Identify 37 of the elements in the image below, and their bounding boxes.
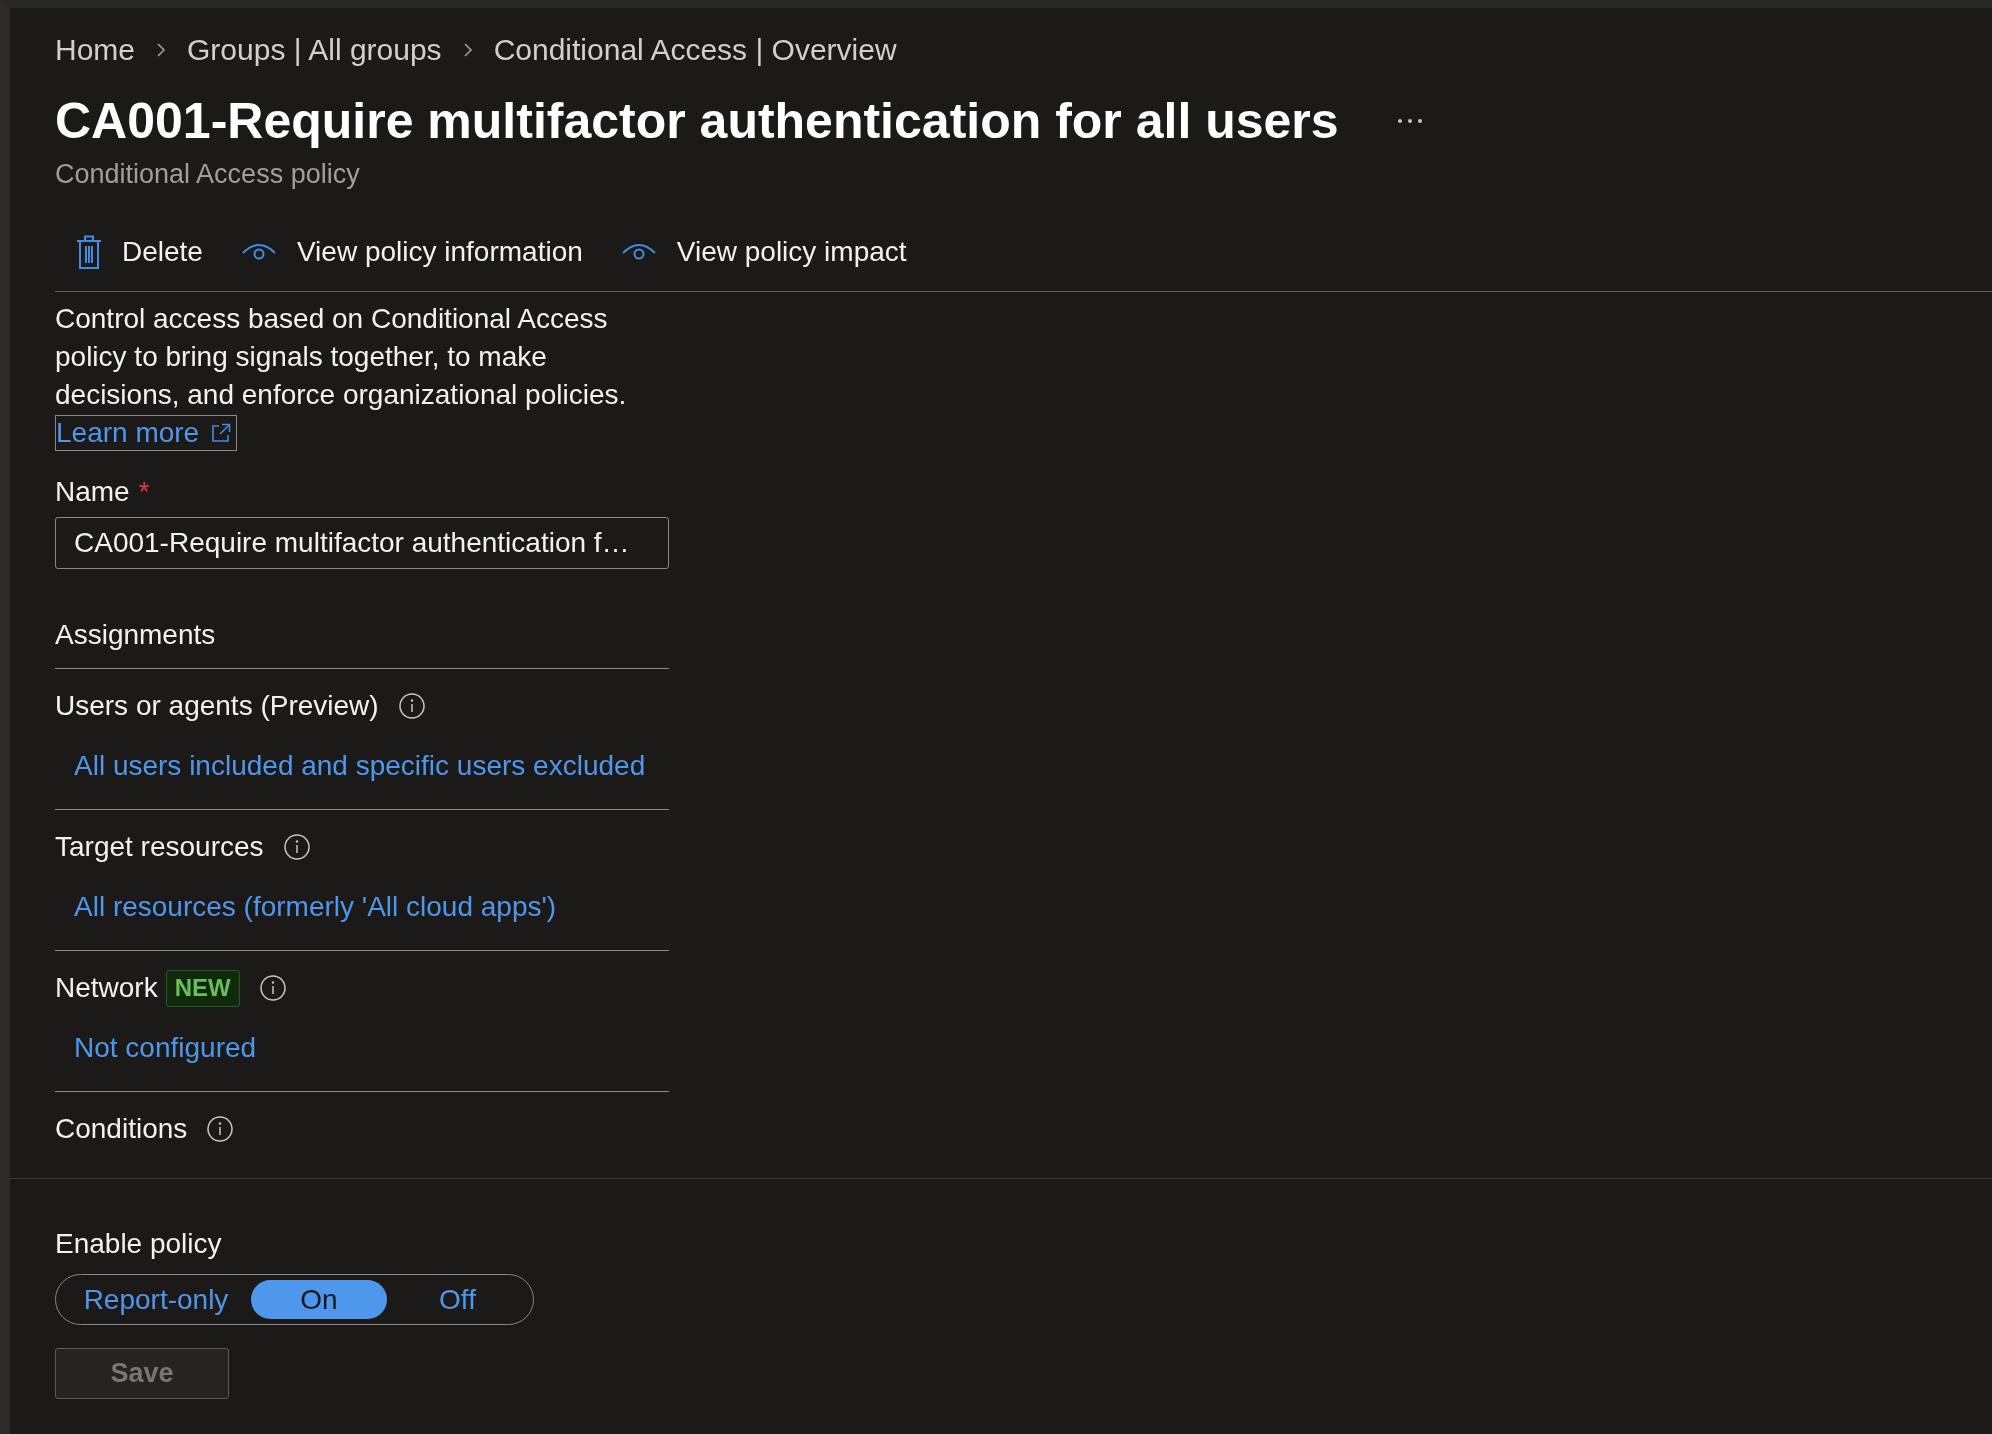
info-icon[interactable]	[283, 834, 310, 860]
section-heading: Assignments	[55, 619, 216, 650]
info-icon[interactable]	[259, 975, 286, 1001]
chevron-icon	[156, 42, 167, 58]
page-subtitle: Conditional Access policy	[55, 158, 360, 191]
breadcrumb-link[interactable]: Groups | All groups	[187, 32, 442, 68]
more-icon[interactable]	[1396, 118, 1423, 124]
section-label: Target resources	[55, 831, 264, 863]
toggle-option[interactable]: Off	[387, 1280, 528, 1319]
field-label: Enable policy	[55, 1228, 222, 1259]
required-mark: *	[138, 475, 150, 509]
assignment-link[interactable]: All resources (formerly 'All cloud apps')	[74, 890, 557, 924]
field-label: Name	[55, 475, 130, 509]
eye-icon	[620, 242, 657, 262]
info-icon[interactable]	[398, 693, 425, 719]
name-input[interactable]: CA001-Require multifactor authentication f…	[55, 517, 669, 569]
toolbar-button[interactable]: View policy impact	[601, 230, 926, 274]
toggle-option[interactable]: Report-only	[61, 1280, 251, 1319]
section-label: Network	[55, 972, 158, 1004]
new-badge: NEW	[165, 969, 240, 1007]
assignment-link[interactable]: Not configured	[74, 1031, 257, 1065]
section-label: Users or agents (Preview)	[55, 690, 379, 722]
eye-icon	[240, 242, 277, 262]
learn-more-link[interactable]: Learn more	[55, 415, 238, 451]
breadcrumb-link[interactable]: Home	[55, 32, 136, 68]
page-title: CA001-Require multifactor authentication for all users	[55, 92, 1339, 151]
section-label: Conditions	[55, 1113, 188, 1145]
trash-icon	[76, 235, 102, 269]
description-text: Control access based on Conditional Access policy to bring signals together, to make decisions, and enforce organizational policies.	[55, 302, 628, 412]
toggle-option[interactable]: On	[251, 1280, 387, 1319]
info-icon[interactable]	[207, 1116, 234, 1142]
external-link-icon	[211, 423, 232, 443]
toolbar-button[interactable]: View policy information	[221, 230, 602, 274]
breadcrumb-link[interactable]: Conditional Access | Overview	[493, 32, 897, 68]
chevron-icon	[462, 42, 473, 58]
toolbar-button[interactable]: Delete	[57, 230, 222, 274]
assignment-link[interactable]: All users included and specific users excluded	[74, 749, 646, 783]
